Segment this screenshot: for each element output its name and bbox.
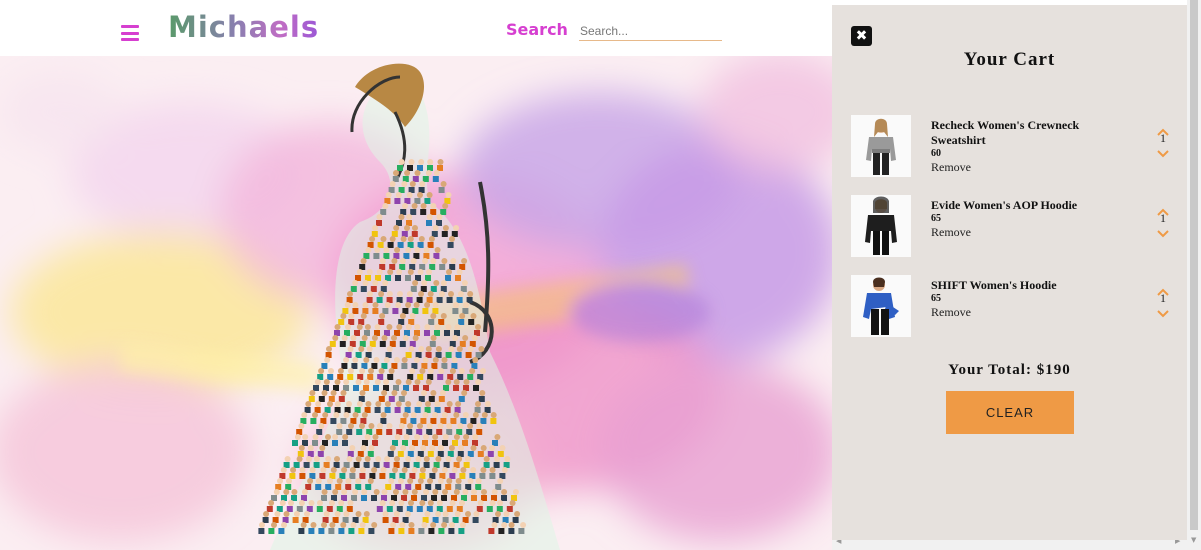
product-image-hoodie-blue bbox=[851, 275, 911, 337]
cart-panel: ✖ Your Cart Recheck Women's Crewneck Swe… bbox=[832, 5, 1187, 540]
product-image-hoodie bbox=[851, 195, 911, 257]
cart-item: Evide Women's AOP Hoodie 65 Remove 1 bbox=[851, 195, 1171, 259]
cart-total: Your Total: $190 bbox=[948, 362, 1071, 378]
chevron-down-icon[interactable] bbox=[1156, 225, 1170, 238]
vertical-scrollbar[interactable]: ▼ bbox=[1187, 0, 1201, 550]
product-name: SHIFT Women's Hoodie bbox=[931, 278, 1057, 292]
quantity-stepper: 1 bbox=[1156, 283, 1170, 318]
hero-artwork bbox=[0, 52, 832, 550]
site-logo[interactable]: Michaels bbox=[168, 10, 319, 44]
product-name: Evide Women's AOP Hoodie bbox=[931, 198, 1078, 212]
search-label: Search bbox=[506, 20, 568, 39]
product-price: 65 bbox=[931, 293, 941, 304]
search-input[interactable] bbox=[579, 22, 722, 41]
chevron-down-icon[interactable] bbox=[1156, 305, 1170, 318]
product-name: Recheck Women's Crewneck Sweatshirt bbox=[931, 118, 1080, 147]
close-cart-icon[interactable]: ✖ bbox=[851, 26, 872, 46]
site-header: Michaels Search bbox=[0, 0, 832, 56]
cart-title: Your Cart bbox=[963, 49, 1056, 70]
chevron-down-icon[interactable] bbox=[1156, 145, 1170, 158]
remove-item-link[interactable]: Remove bbox=[931, 305, 1131, 320]
product-price: 60 bbox=[931, 148, 941, 159]
remove-item-link[interactable]: Remove bbox=[931, 225, 1131, 240]
cart-item: SHIFT Women's Hoodie 65 Remove 1 bbox=[851, 275, 1171, 339]
product-image-sweatshirt bbox=[851, 115, 911, 177]
watercolor-figure-illustration bbox=[0, 52, 832, 550]
scrollbar-thumb[interactable] bbox=[1190, 0, 1198, 530]
cart-item: Recheck Women's Crewneck Sweatshirt 60 R… bbox=[851, 115, 1171, 179]
product-price: 65 bbox=[931, 213, 941, 224]
scroll-down-arrow-icon[interactable]: ▼ bbox=[1191, 536, 1196, 544]
hamburger-menu-icon[interactable] bbox=[121, 25, 139, 41]
quantity-stepper: 1 bbox=[1156, 203, 1170, 238]
clear-cart-button[interactable]: CLEAR bbox=[946, 391, 1074, 434]
remove-item-link[interactable]: Remove bbox=[931, 160, 1131, 175]
quantity-stepper: 1 bbox=[1156, 123, 1170, 158]
